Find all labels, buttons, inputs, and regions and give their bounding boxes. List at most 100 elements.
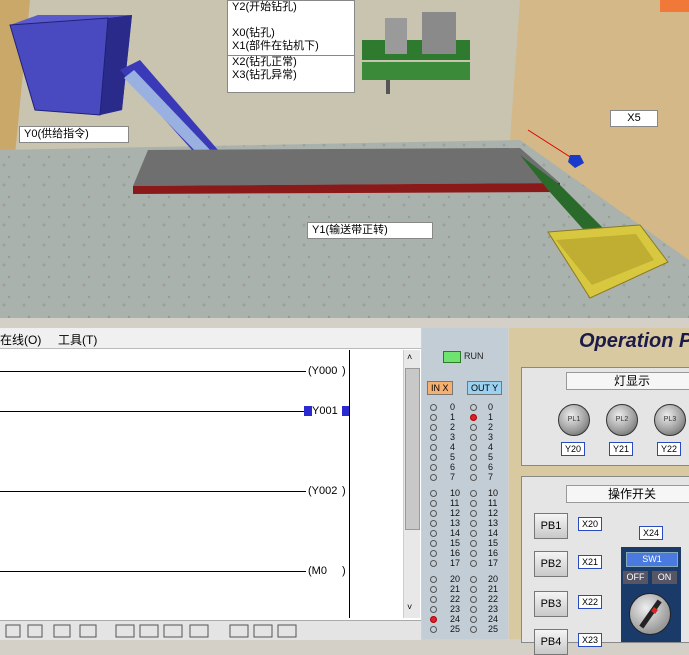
input-number: 12 (450, 508, 461, 518)
vertical-scrollbar[interactable]: ˄ ˅ (403, 350, 420, 618)
input-number: 21 (450, 584, 461, 594)
coil-close: ) (342, 485, 346, 497)
output-led (470, 606, 477, 613)
input-number: 1 (450, 412, 456, 422)
lamp-pl1: PL1 (558, 404, 590, 436)
output-led (470, 550, 477, 557)
output-number: 11 (488, 498, 498, 508)
input-led (430, 520, 437, 527)
output-led (470, 404, 477, 411)
input-number: 7 (450, 472, 456, 482)
operation-panel-title: Operation Pa (579, 330, 689, 352)
input-number: 0 (450, 402, 456, 412)
cursor-marker (342, 406, 349, 416)
input-number: 22 (450, 594, 461, 604)
input-led (430, 576, 437, 583)
input-number: 25 (450, 624, 461, 634)
switch-label: SW1 (626, 552, 678, 567)
ladder-rungs: (Y000 ) Y001 (Y002 ) (M0 ) (0, 350, 403, 618)
lamp-tag-y22: Y22 (657, 442, 681, 456)
coil-y001[interactable]: Y001 (312, 405, 338, 417)
ladder-editor: 在线(O) 工具(T) (Y000 ) Y001 (Y002 ) (M0 ) ˄… (0, 328, 421, 640)
input-led (430, 424, 437, 431)
input-number: 14 (450, 528, 461, 538)
input-number: 24 (450, 614, 461, 624)
label-x5: X5 (610, 110, 658, 127)
switch-on[interactable]: ON (652, 571, 677, 584)
label-y0: Y0(供给指令) (19, 126, 129, 143)
button-tag-x23: X23 (578, 633, 602, 647)
input-led (430, 530, 437, 537)
lamp-section: 灯显示 PL1 PL2 PL3 Y20 Y21 Y22 (521, 367, 689, 466)
lamp-pl2: PL2 (606, 404, 638, 436)
input-led (430, 490, 437, 497)
output-number: 12 (488, 508, 499, 518)
button-pb1[interactable]: PB1 (534, 513, 568, 539)
input-led (430, 596, 437, 603)
menu-online[interactable]: 在线(O) (0, 331, 41, 348)
input-led (430, 550, 437, 557)
output-led (470, 540, 477, 547)
coil-close: ) (342, 365, 346, 377)
output-number: 24 (488, 614, 499, 624)
lamp-tag-y20: Y20 (561, 442, 585, 456)
output-led (470, 464, 477, 471)
label-y1: Y1(输送带正转) (307, 222, 433, 239)
simulation-scene: Y2(开始钻孔) X0(钻孔) X1(部件在钻机下) X2(钻孔正常) X3(钻… (0, 0, 689, 328)
output-led (470, 520, 477, 527)
label-x3: X3(钻孔异常) (232, 69, 297, 81)
output-number: 14 (488, 528, 499, 538)
output-led (470, 444, 477, 451)
rung-line (0, 371, 306, 372)
label-x1: X1(部件在钻机下) (232, 40, 319, 52)
button-pb3[interactable]: PB3 (534, 591, 568, 617)
output-led (470, 474, 477, 481)
button-tag-x20: X20 (578, 517, 602, 531)
input-led (430, 464, 437, 471)
output-led (470, 434, 477, 441)
selector-switch[interactable]: SW1 OFF ON (621, 547, 681, 642)
coil-y002[interactable]: (Y002 (308, 485, 337, 497)
output-number: 7 (488, 472, 494, 482)
input-number: 23 (450, 604, 461, 614)
input-number: 16 (450, 548, 461, 558)
input-number: 11 (450, 498, 460, 508)
output-number: 3 (488, 432, 494, 442)
cursor-marker (304, 406, 312, 416)
output-number: 0 (488, 402, 494, 412)
scroll-down-icon[interactable]: ˅ (407, 602, 412, 612)
output-number: 2 (488, 422, 494, 432)
input-led (430, 474, 437, 481)
output-led (470, 530, 477, 537)
output-led (470, 616, 477, 623)
output-led (470, 490, 477, 497)
input-number: 3 (450, 432, 456, 442)
input-number: 20 (450, 574, 461, 584)
output-number: 20 (488, 574, 499, 584)
lamp-section-title: 灯显示 (566, 372, 689, 390)
drill-signal-labels: Y2(开始钻孔) X0(钻孔) X1(部件在钻机下) X2(钻孔正常) X3(钻… (227, 0, 355, 93)
output-led (470, 596, 477, 603)
button-pb2[interactable]: PB2 (534, 551, 568, 577)
scroll-thumb[interactable] (405, 368, 420, 530)
output-number: 22 (488, 594, 499, 604)
scroll-up-icon[interactable]: ˄ (407, 352, 412, 362)
output-number: 21 (488, 584, 499, 594)
switch-off[interactable]: OFF (623, 571, 648, 584)
output-led (470, 424, 477, 431)
button-pb4[interactable]: PB4 (534, 629, 568, 655)
coil-m0[interactable]: (M0 (308, 565, 327, 577)
knob-icon[interactable] (629, 593, 671, 635)
toolbar-icons[interactable] (0, 621, 421, 640)
button-tag-x22: X22 (578, 595, 602, 609)
input-number: 13 (450, 518, 461, 528)
menu-tools[interactable]: 工具(T) (58, 331, 97, 348)
input-led (430, 510, 437, 517)
output-number: 10 (488, 488, 499, 498)
input-number: 6 (450, 462, 456, 472)
rung-line (0, 571, 306, 572)
switch-tag-x24: X24 (639, 526, 663, 540)
output-led (470, 586, 477, 593)
in-x-header: IN X (427, 381, 453, 395)
coil-y000[interactable]: (Y000 (308, 365, 337, 377)
